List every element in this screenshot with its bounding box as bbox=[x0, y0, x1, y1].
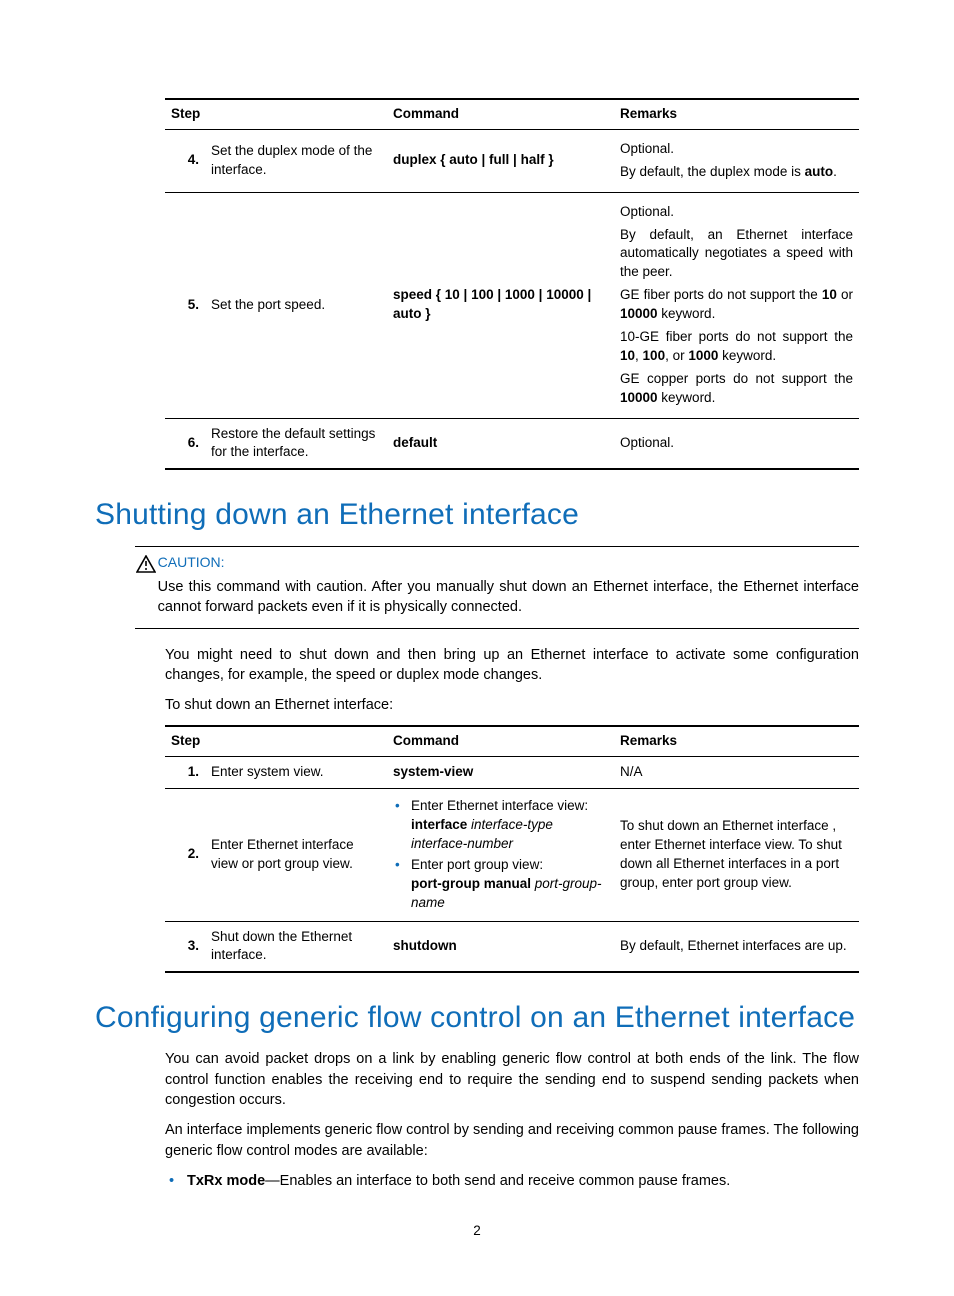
step-remarks: By default, Ethernet interfaces are up. bbox=[614, 921, 859, 972]
th-command: Command bbox=[387, 99, 614, 129]
th-command: Command bbox=[387, 726, 614, 756]
th-step: Step bbox=[165, 726, 387, 756]
th-remarks: Remarks bbox=[614, 726, 859, 756]
heading-flowcontrol: Configuring generic flow control on an E… bbox=[95, 997, 859, 1039]
step-desc: Set the duplex mode of the interface. bbox=[205, 129, 387, 192]
step-number: 6. bbox=[165, 418, 205, 469]
step-number: 5. bbox=[165, 192, 205, 418]
list-item: TxRx mode—Enables an interface to both s… bbox=[165, 1171, 859, 1191]
step-number: 3. bbox=[165, 921, 205, 972]
table-steps-4-6: Step Command Remarks 4.Set the duplex mo… bbox=[165, 98, 859, 470]
step-remarks: Optional.By default, an Ethernet interfa… bbox=[614, 192, 859, 418]
step-remarks: N/A bbox=[614, 757, 859, 789]
th-remarks: Remarks bbox=[614, 99, 859, 129]
flow-modes-list: TxRx mode—Enables an interface to both s… bbox=[165, 1171, 859, 1191]
step-command: Enter Ethernet interface view:interface … bbox=[387, 789, 614, 921]
mode-text: —Enables an interface to both send and r… bbox=[265, 1173, 730, 1189]
step-desc: Shut down the Ethernet interface. bbox=[205, 921, 387, 972]
step-desc: Set the port speed. bbox=[205, 192, 387, 418]
caution-label: CAUTION: bbox=[158, 553, 859, 573]
step-command: duplex { auto | full | half } bbox=[387, 129, 614, 192]
step-desc: Enter system view. bbox=[205, 757, 387, 789]
caution-body: Use this command with caution. After you… bbox=[158, 577, 859, 618]
page: Step Command Remarks 4.Set the duplex mo… bbox=[0, 0, 954, 1296]
table-row: 5.Set the port speed.speed { 10 | 100 | … bbox=[165, 192, 859, 418]
page-number: 2 bbox=[0, 1222, 954, 1241]
caution-text: CAUTION: Use this command with caution. … bbox=[158, 553, 859, 617]
caution-icon bbox=[135, 553, 158, 617]
caution-box: CAUTION: Use this command with caution. … bbox=[135, 546, 859, 628]
th-step: Step bbox=[165, 99, 387, 129]
mode-label: TxRx mode bbox=[187, 1173, 265, 1189]
step-desc: Restore the default settings for the int… bbox=[205, 418, 387, 469]
step-remarks: Optional.By default, the duplex mode is … bbox=[614, 129, 859, 192]
step-desc: Enter Ethernet interface view or port gr… bbox=[205, 789, 387, 921]
table-row: 1.Enter system view.system-viewN/A bbox=[165, 757, 859, 789]
para-flow-1: You can avoid packet drops on a link by … bbox=[165, 1049, 859, 1110]
step-command: shutdown bbox=[387, 921, 614, 972]
step-command: system-view bbox=[387, 757, 614, 789]
step-command: speed { 10 | 100 | 1000 | 10000 | auto } bbox=[387, 192, 614, 418]
step-number: 1. bbox=[165, 757, 205, 789]
heading-shutdown: Shutting down an Ethernet interface bbox=[95, 494, 859, 536]
table-row: 3.Shut down the Ethernet interface.shutd… bbox=[165, 921, 859, 972]
content-area: Step Command Remarks 4.Set the duplex mo… bbox=[165, 98, 859, 1191]
step-remarks: Optional. bbox=[614, 418, 859, 469]
table-row: 2.Enter Ethernet interface view or port … bbox=[165, 789, 859, 921]
para-flow-2: An interface implements generic flow con… bbox=[165, 1120, 859, 1161]
step-command: default bbox=[387, 418, 614, 469]
table-row: 6.Restore the default settings for the i… bbox=[165, 418, 859, 469]
para-shutdown-1: You might need to shut down and then bri… bbox=[165, 645, 859, 686]
step-number: 2. bbox=[165, 789, 205, 921]
table-shutdown-steps: Step Command Remarks 1.Enter system view… bbox=[165, 725, 859, 973]
step-number: 4. bbox=[165, 129, 205, 192]
step-remarks: To shut down an Ethernet interface , ent… bbox=[614, 789, 859, 921]
table-row: 4.Set the duplex mode of the interface.d… bbox=[165, 129, 859, 192]
para-shutdown-2: To shut down an Ethernet interface: bbox=[165, 695, 859, 715]
